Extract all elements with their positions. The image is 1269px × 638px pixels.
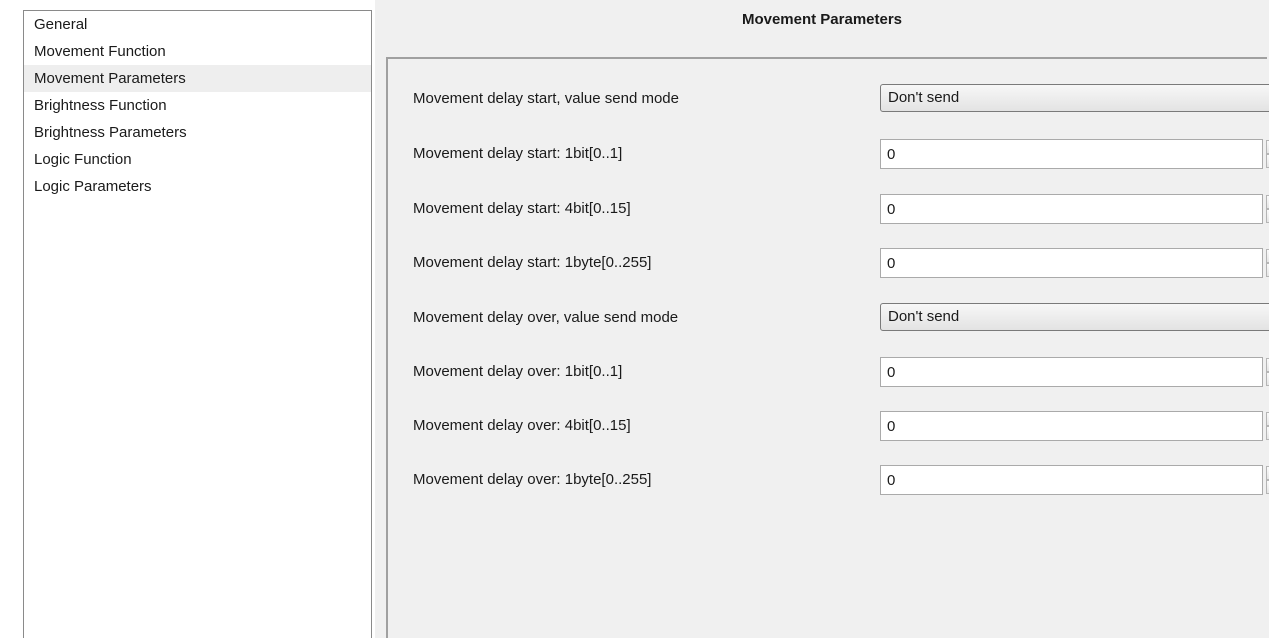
dropdown-value: Don't send — [888, 308, 960, 325]
parameter-window: General Movement Function Movement Param… — [0, 0, 1269, 638]
parameter-row: Movement delay start: 1bit[0..1] ▲ ▼ — [413, 139, 1269, 169]
parameter-label: Movement delay over: 1bit[0..1] — [413, 363, 623, 380]
parameter-row: Movement delay start: 4bit[0..15] ▲ ▼ — [413, 194, 1269, 224]
nav-item-brightness-parameters[interactable]: Brightness Parameters — [24, 119, 371, 146]
parameter-label: Movement delay start: 1byte[0..255] — [413, 254, 652, 271]
parameter-row: Movement delay over: 4bit[0..15] ▲ ▼ — [413, 411, 1269, 441]
nav-item-logic-function[interactable]: Logic Function — [24, 146, 371, 173]
parameter-label: Movement delay start: 4bit[0..15] — [413, 200, 631, 217]
delay-start-4bit-input[interactable] — [880, 194, 1263, 224]
nav-item-movement-function[interactable]: Movement Function — [24, 38, 371, 65]
parameter-row: Movement delay over: 1bit[0..1] ▲ ▼ — [413, 357, 1269, 387]
delay-start-1bit-input[interactable] — [880, 139, 1263, 169]
parameter-frame: Movement delay start, value send mode Do… — [386, 57, 1269, 638]
parameter-row: Movement delay start: 1byte[0..255] ▲ ▼ — [413, 248, 1269, 278]
parameter-label: Movement delay over: 1byte[0..255] — [413, 471, 652, 488]
pane-title: Movement Parameters — [741, 11, 903, 28]
dropdown-value: Don't send — [888, 89, 960, 106]
nav-item-movement-parameters[interactable]: Movement Parameters — [24, 65, 371, 92]
nav-item-logic-parameters[interactable]: Logic Parameters — [24, 173, 371, 200]
delay-start-send-mode-dropdown[interactable]: Don't send ▼ — [880, 84, 1269, 112]
delay-start-1byte-input[interactable] — [880, 248, 1263, 278]
parameter-row: Movement delay over, value send mode Don… — [413, 303, 1269, 333]
parameter-pane: Movement Parameters Movement delay start… — [375, 0, 1269, 638]
delay-over-send-mode-dropdown[interactable]: Don't send ▼ — [880, 303, 1269, 331]
delay-over-1byte-input[interactable] — [880, 465, 1263, 495]
nav-item-general[interactable]: General — [24, 11, 371, 38]
parameter-label: Movement delay start, value send mode — [413, 90, 679, 107]
parameter-label: Movement delay over, value send mode — [413, 309, 679, 326]
delay-over-4bit-input[interactable] — [880, 411, 1263, 441]
parameter-row: Movement delay start, value send mode Do… — [413, 84, 1269, 114]
parameter-label: Movement delay start: 1bit[0..1] — [413, 145, 623, 162]
delay-over-1bit-input[interactable] — [880, 357, 1263, 387]
parameter-navigation-list: General Movement Function Movement Param… — [23, 10, 372, 638]
parameter-label: Movement delay over: 4bit[0..15] — [413, 417, 631, 434]
parameter-row: Movement delay over: 1byte[0..255] ▲ ▼ — [413, 465, 1269, 495]
nav-item-brightness-function[interactable]: Brightness Function — [24, 92, 371, 119]
